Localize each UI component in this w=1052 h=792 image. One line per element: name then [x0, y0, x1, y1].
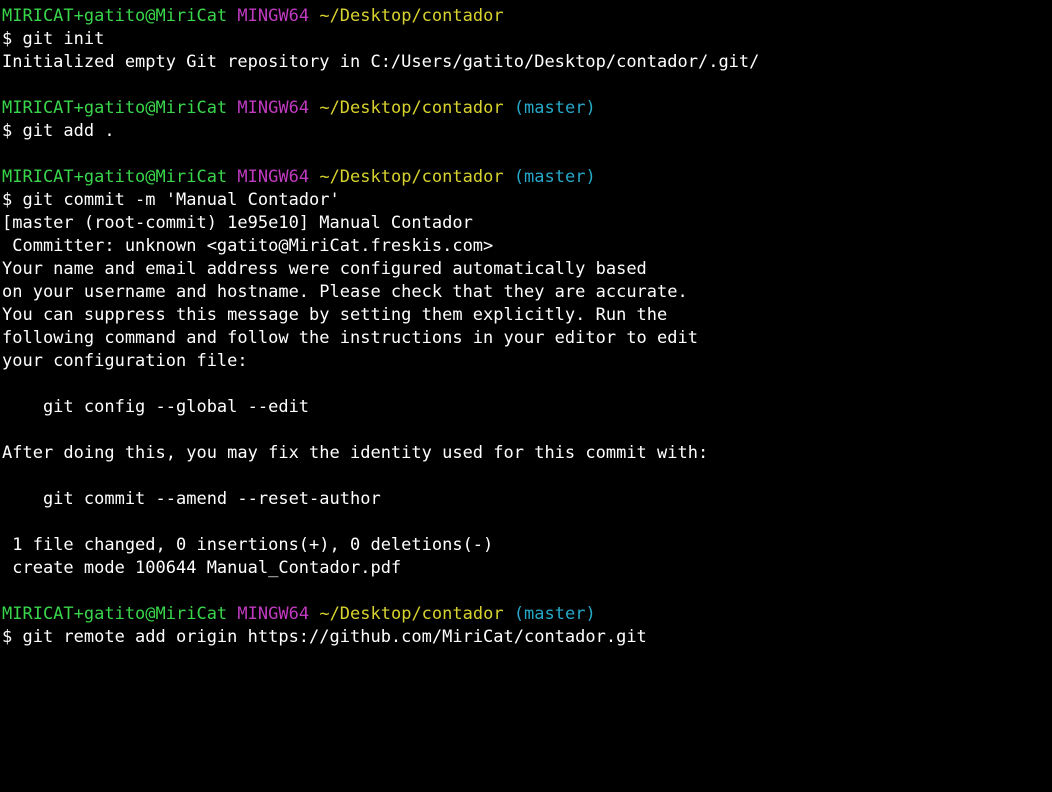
output-line: on your username and hostname. Please ch…: [2, 281, 1052, 304]
prompt-shell: MINGW64: [237, 167, 310, 187]
terminal-window[interactable]: MIRICAT+gatito@MiriCat MINGW64 ~/Desktop…: [0, 0, 1052, 792]
command-text: $ git commit -m 'Manual Contador': [2, 190, 340, 210]
output-text: Your name and email address were configu…: [2, 259, 647, 279]
prompt-user-host: MIRICAT+gatito@MiriCat: [2, 6, 228, 26]
output-text: [master (root-commit) 1e95e10] Manual Co…: [2, 213, 473, 233]
prompt-user-host: MIRICAT+gatito@MiriCat: [2, 167, 228, 187]
output-line: 1 file changed, 0 insertions(+), 0 delet…: [2, 534, 1052, 557]
prompt-path: ~/Desktop/contador: [319, 98, 504, 118]
command-text: $ git add .: [2, 121, 115, 141]
output-line: git commit --amend --reset-author: [2, 488, 1052, 511]
command-line: $ git add .: [2, 120, 1052, 143]
prompt-user-host: MIRICAT+gatito@MiriCat: [2, 98, 228, 118]
output-text: You can suppress this message by setting…: [2, 305, 668, 325]
output-text: following command and follow the instruc…: [2, 328, 698, 348]
prompt-user-host: MIRICAT+gatito@MiriCat: [2, 604, 228, 624]
command-text: $ git remote add origin https://github.c…: [2, 627, 647, 647]
output-line: Committer: unknown <gatito@MiriCat.fresk…: [2, 235, 1052, 258]
prompt-path: ~/Desktop/contador: [319, 604, 504, 624]
prompt-branch: (master): [513, 167, 596, 187]
prompt-line: MIRICAT+gatito@MiriCat MINGW64 ~/Desktop…: [2, 5, 1052, 28]
prompt-line: MIRICAT+gatito@MiriCat MINGW64 ~/Desktop…: [2, 97, 1052, 120]
prompt-shell: MINGW64: [237, 604, 310, 624]
command-text: $ git init: [2, 29, 105, 49]
prompt-path: ~/Desktop/contador: [319, 6, 504, 26]
prompt-line: MIRICAT+gatito@MiriCat MINGW64 ~/Desktop…: [2, 166, 1052, 189]
output-line: You can suppress this message by setting…: [2, 304, 1052, 327]
prompt-shell: MINGW64: [237, 6, 310, 26]
terminal-output: MIRICAT+gatito@MiriCat MINGW64 ~/Desktop…: [2, 5, 1052, 649]
output-text: Initialized empty Git repository in C:/U…: [2, 52, 760, 72]
command-line: $ git remote add origin https://github.c…: [2, 626, 1052, 649]
output-line: following command and follow the instruc…: [2, 327, 1052, 350]
output-line: Your name and email address were configu…: [2, 258, 1052, 281]
output-text: 1 file changed, 0 insertions(+), 0 delet…: [2, 535, 494, 555]
command-line: $ git commit -m 'Manual Contador': [2, 189, 1052, 212]
prompt-path: ~/Desktop/contador: [319, 167, 504, 187]
output-text: create mode 100644 Manual_Contador.pdf: [2, 558, 402, 578]
prompt-line: MIRICAT+gatito@MiriCat MINGW64 ~/Desktop…: [2, 603, 1052, 626]
output-line: your configuration file:: [2, 350, 1052, 373]
prompt-branch: (master): [513, 98, 596, 118]
output-text: your configuration file:: [2, 351, 248, 371]
prompt-shell: MINGW64: [237, 98, 310, 118]
output-line: After doing this, you may fix the identi…: [2, 442, 1052, 465]
command-line: $ git init: [2, 28, 1052, 51]
output-line: git config --global --edit: [2, 396, 1052, 419]
output-line: create mode 100644 Manual_Contador.pdf: [2, 557, 1052, 580]
output-line: Initialized empty Git repository in C:/U…: [2, 51, 1052, 74]
output-text: git commit --amend --reset-author: [2, 489, 381, 509]
output-line: [master (root-commit) 1e95e10] Manual Co…: [2, 212, 1052, 235]
output-text: on your username and hostname. Please ch…: [2, 282, 688, 302]
output-text: After doing this, you may fix the identi…: [2, 443, 709, 463]
output-text: git config --global --edit: [2, 397, 310, 417]
output-text: Committer: unknown <gatito@MiriCat.fresk…: [2, 236, 494, 256]
prompt-branch: (master): [513, 604, 596, 624]
